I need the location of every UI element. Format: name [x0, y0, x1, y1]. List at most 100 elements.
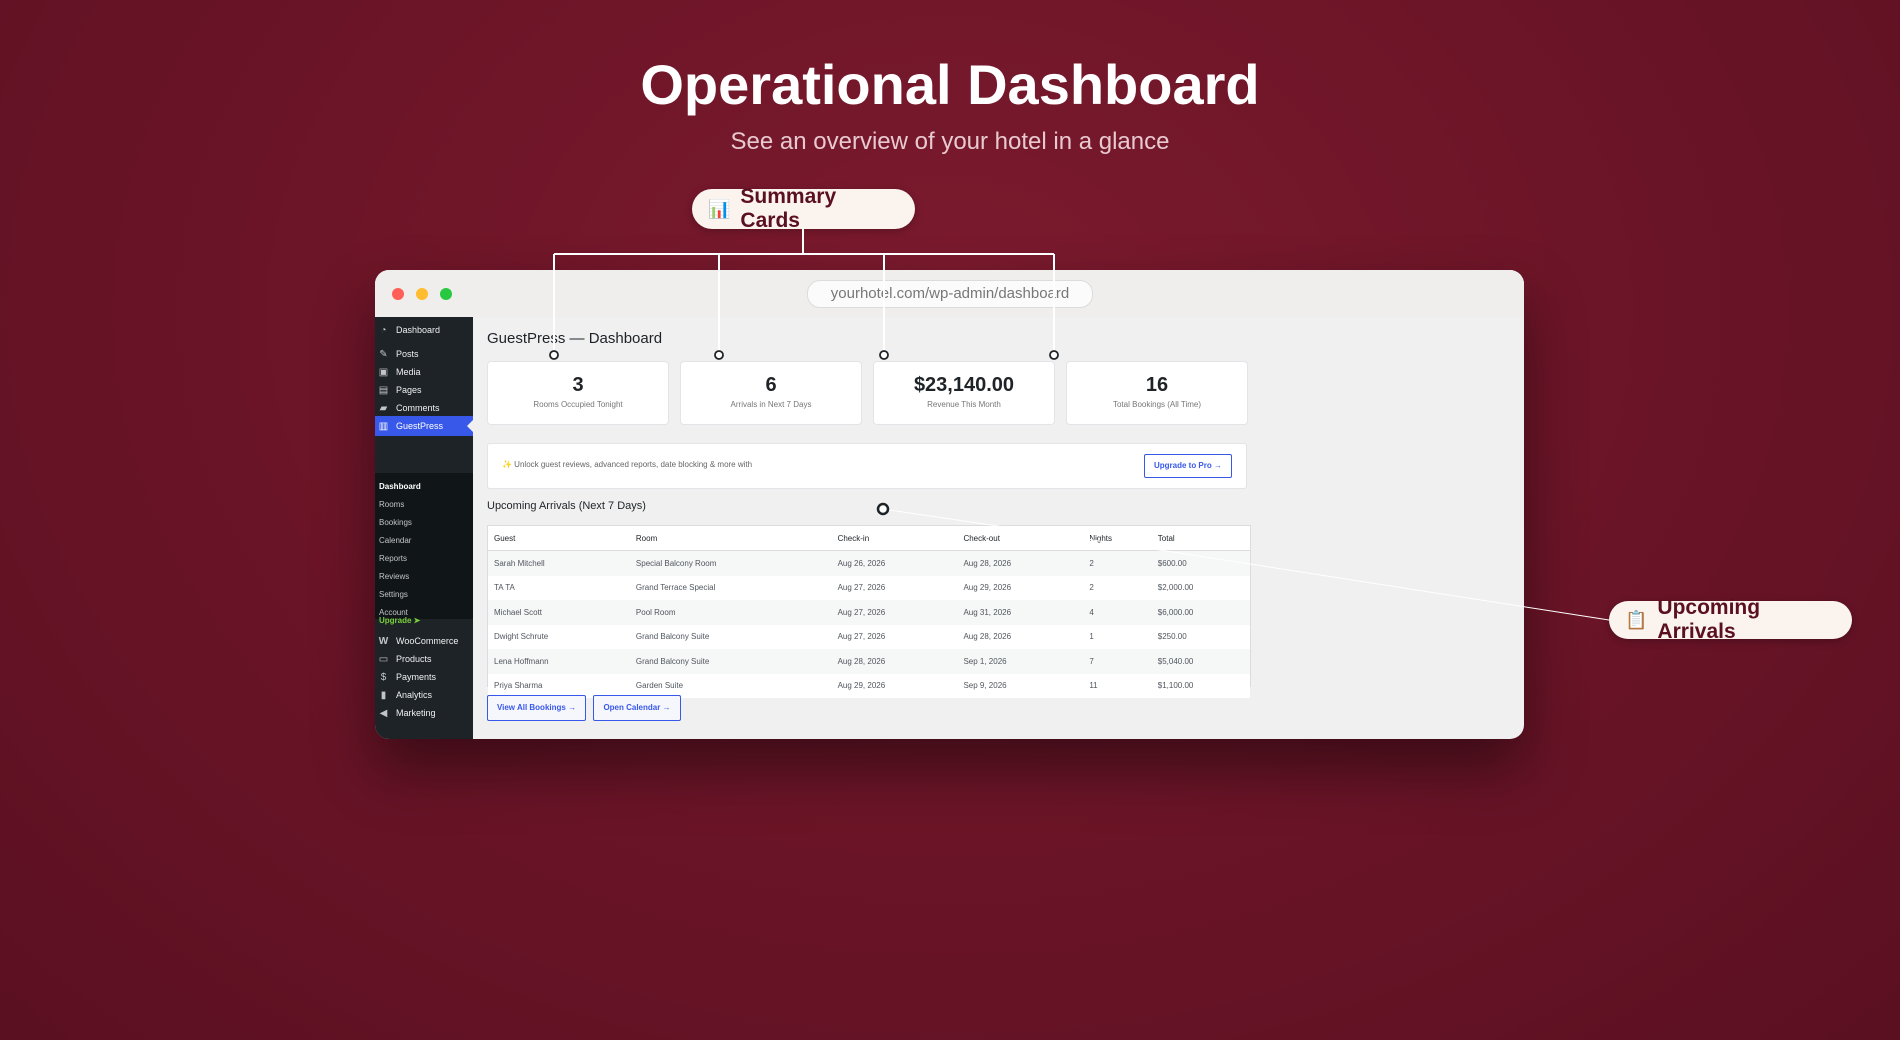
table-cell: $6,000.00: [1151, 600, 1250, 625]
close-window-button[interactable]: [392, 288, 404, 300]
table-cell: Sep 1, 2026: [957, 649, 1084, 674]
table-cell: Grand Balcony Suite: [629, 649, 832, 674]
table-cell: Dwight Schrute: [488, 624, 630, 649]
sidebar-item-pages[interactable]: ▤ Pages: [375, 380, 473, 400]
submenu-reports[interactable]: Reports: [379, 554, 407, 563]
sidebar-item-dashboard[interactable]: ◔ Dashboard: [375, 320, 473, 340]
sidebar-item-comments[interactable]: ▰ Comments: [375, 398, 473, 418]
column-header: Guest: [488, 526, 630, 551]
card-label: Rooms Occupied Tonight: [533, 400, 623, 409]
sidebar-item-label: Payments: [396, 672, 437, 682]
table-cell: 2: [1083, 550, 1152, 576]
sidebar-item-label: WooCommerce: [396, 636, 459, 646]
sidebar-item-label: Comments: [396, 403, 440, 413]
column-header: Room: [629, 526, 832, 551]
column-header: Check-out: [957, 526, 1084, 551]
table-cell: TA TA: [488, 575, 630, 600]
table-cell: Aug 27, 2026: [831, 600, 958, 625]
table-cell: 2: [1083, 575, 1152, 600]
hero-title: Operational Dashboard: [640, 53, 1260, 116]
table-cell: $2,000.00: [1151, 575, 1250, 600]
maximize-window-button[interactable]: [440, 288, 452, 300]
summary-card-total-bookings: 16 Total Bookings (All Time): [1066, 361, 1248, 425]
table-cell: 4: [1083, 600, 1152, 625]
submenu-rooms[interactable]: Rooms: [379, 500, 404, 509]
submenu-upgrade[interactable]: Upgrade ➤: [379, 616, 420, 625]
table-cell: Michael Scott: [488, 600, 630, 625]
sidebar-item-marketing[interactable]: ◀ Marketing: [375, 703, 473, 723]
upgrade-to-pro-button[interactable]: Upgrade to Pro →: [1144, 454, 1232, 478]
summary-card-arrivals: 6 Arrivals in Next 7 Days: [680, 361, 862, 425]
sidebar-item-label: GuestPress: [396, 421, 444, 431]
browser-window: yourhotel.com/wp-admin/dashboard ◔ Dashb…: [375, 270, 1524, 739]
sidebar-item-label: Dashboard: [396, 325, 441, 335]
sidebar-item-label: Analytics: [396, 690, 433, 700]
promo-text: ✨ Unlock guest reviews, advanced reports…: [502, 460, 753, 469]
dashboard-icon: ◔: [380, 324, 387, 336]
table-row[interactable]: Dwight Schrute Grand Balcony Suite Aug 2…: [488, 624, 1250, 649]
table-cell: Grand Balcony Suite: [629, 624, 832, 649]
table-cell: $600.00: [1151, 550, 1250, 576]
sidebar-item-products[interactable]: ▭ Products: [375, 649, 473, 669]
submenu-settings[interactable]: Settings: [379, 590, 408, 599]
table-row[interactable]: TA TA Grand Terrace Special Aug 27, 2026…: [488, 575, 1250, 600]
submenu-reviews[interactable]: Reviews: [379, 572, 409, 581]
sidebar-item-payments[interactable]: $ Payments: [375, 667, 473, 687]
table-cell: Grand Terrace Special: [629, 575, 832, 600]
building-icon: ▥: [378, 420, 389, 432]
sidebar-item-woocommerce[interactable]: W WooCommerce: [375, 631, 473, 651]
table-cell: Sarah Mitchell: [488, 550, 630, 576]
table-cell: Pool Room: [629, 600, 832, 625]
sidebar-item-media[interactable]: ▣ Media: [375, 362, 473, 382]
submenu-dashboard[interactable]: Dashboard: [379, 482, 421, 491]
table-cell: Aug 28, 2026: [831, 649, 958, 674]
woocommerce-icon: W: [378, 635, 389, 647]
open-calendar-button[interactable]: Open Calendar →: [593, 695, 681, 721]
column-header: Total: [1151, 526, 1250, 551]
sidebar-item-label: Marketing: [396, 708, 436, 718]
upcoming-arrivals-callout-label: Upcoming Arrivals: [1657, 596, 1761, 643]
sidebar-item-label: Pages: [396, 385, 422, 395]
sidebar-item-label: Products: [396, 654, 432, 664]
clipboard-icon: 📋: [1625, 609, 1648, 630]
table-cell: Special Balcony Room: [629, 550, 832, 576]
sidebar-item-posts[interactable]: ✎ Posts: [375, 344, 473, 364]
table-row[interactable]: Sarah Mitchell Special Balcony Room Aug …: [488, 550, 1250, 576]
table-cell: 11: [1083, 673, 1152, 698]
pages-icon: ▤: [378, 384, 389, 396]
pin-icon: ✎: [379, 348, 388, 360]
table-cell: $1,100.00: [1151, 673, 1250, 698]
submenu-calendar[interactable]: Calendar: [379, 536, 411, 545]
summary-card-rooms-occupied: 3 Rooms Occupied Tonight: [487, 361, 669, 425]
card-value: 3: [572, 374, 584, 396]
card-value: 6: [765, 374, 777, 396]
comments-icon: ▰: [379, 402, 388, 414]
table-cell: Aug 29, 2026: [957, 575, 1084, 600]
upcoming-arrivals-title: Upcoming Arrivals (Next 7 Days): [487, 500, 646, 512]
main-content: GuestPress — Dashboard 3 Rooms Occupied …: [473, 317, 1524, 739]
submenu-bookings[interactable]: Bookings: [379, 518, 412, 527]
table-header-row: Guest Room Check-in Check-out Nights Tot…: [488, 526, 1250, 551]
sidebar-item-analytics[interactable]: ▮ Analytics: [375, 685, 473, 705]
upcoming-arrivals-callout: 📋 Upcoming Arrivals: [1609, 596, 1852, 643]
table-cell: 1: [1083, 624, 1152, 649]
table-row[interactable]: Lena Hoffmann Grand Balcony Suite Aug 28…: [488, 649, 1250, 674]
media-icon: ▣: [378, 366, 389, 378]
sidebar-item-label: Posts: [396, 349, 419, 359]
page-title: GuestPress — Dashboard: [487, 330, 663, 347]
table-cell: Lena Hoffmann: [488, 649, 630, 674]
upgrade-promo-banner: ✨ Unlock guest reviews, advanced reports…: [487, 443, 1247, 489]
card-label: Revenue This Month: [927, 400, 1001, 409]
summary-card-revenue: $23,140.00 Revenue This Month: [873, 361, 1055, 425]
table-cell: Aug 26, 2026: [831, 550, 958, 576]
sidebar-item-guestpress[interactable]: ▥ GuestPress: [375, 416, 473, 436]
megaphone-icon: ◀: [379, 707, 388, 719]
table-row[interactable]: Michael Scott Pool Room Aug 27, 2026 Aug…: [488, 600, 1250, 625]
card-value: 16: [1145, 374, 1169, 396]
view-all-bookings-button[interactable]: View All Bookings →: [487, 695, 586, 721]
address-bar[interactable]: yourhotel.com/wp-admin/dashboard: [807, 280, 1093, 308]
upcoming-arrivals-table: Guest Room Check-in Check-out Nights Tot…: [487, 525, 1251, 698]
minimize-window-button[interactable]: [416, 288, 428, 300]
column-header: Nights: [1083, 526, 1152, 551]
bar-chart-icon: 📊: [708, 198, 731, 219]
